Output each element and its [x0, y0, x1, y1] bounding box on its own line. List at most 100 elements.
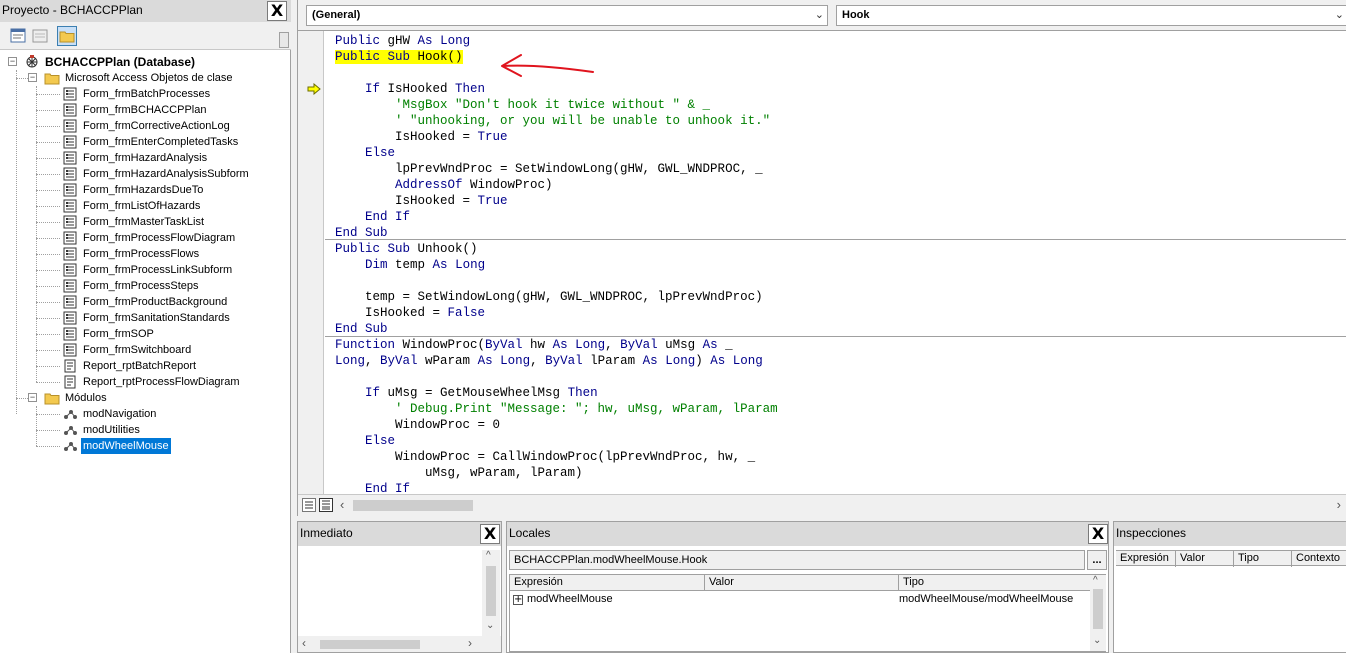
call-stack-button[interactable]: ... [1087, 550, 1107, 570]
code-line[interactable]: ' Debug.Print "Message: "; hw, uMsg, wPa… [335, 401, 778, 417]
module-view-icon[interactable] [319, 498, 333, 512]
code-line[interactable]: 'MsgBox "Don't hook it twice without " &… [335, 97, 710, 113]
code-line[interactable]: Public Sub Hook() [335, 49, 463, 65]
tree-item-label: Form_frmSwitchboard [83, 344, 192, 356]
procedure-combo-value: Hook [842, 9, 870, 21]
project-explorer-close-button[interactable]: X [267, 1, 287, 21]
tree-item-label: Form_frmBCHACCPPlan [83, 104, 207, 116]
code-line[interactable]: Else [335, 145, 395, 161]
form-module-icon [62, 102, 78, 118]
code-horizontal-scrollbar[interactable]: ‹ › [298, 494, 1346, 516]
tree-item-label: Form_frmProcessLinkSubform [83, 264, 233, 276]
collapse-minus-icon[interactable]: − [28, 73, 37, 82]
expand-plus-icon[interactable]: + [513, 595, 523, 605]
form-module-icon [62, 118, 78, 134]
scrollbar-thumb[interactable] [486, 566, 496, 616]
immediate-vscrollbar[interactable]: ^ ⌄ [482, 550, 500, 636]
view-object-icon[interactable] [30, 26, 50, 46]
tree-item-label: Form_frmMasterTaskList [83, 216, 205, 228]
locals-title: Locales [507, 522, 1108, 546]
scroll-down-icon[interactable]: ⌄ [1093, 635, 1101, 646]
code-line[interactable]: temp = SetWindowLong(gHW, GWL_WNDPROC, l… [335, 289, 763, 305]
locals-col-value[interactable]: Valor [705, 575, 899, 591]
project-toolbar [0, 22, 291, 50]
scroll-down-icon[interactable]: ⌄ [486, 620, 494, 631]
locals-col-type[interactable]: Tipo [899, 575, 1090, 591]
table-row[interactable]: + modWheelMouse modWheelMouse/modWheelMo… [510, 592, 1090, 608]
scroll-up-icon[interactable]: ^ [1093, 575, 1098, 586]
code-line[interactable]: WindowProc = 0 [335, 417, 500, 433]
scrollbar-thumb[interactable] [320, 640, 420, 649]
tree-item-label: Form_frmSOP [83, 328, 154, 340]
code-line[interactable]: WindowProc = CallWindowProc(lpPrevWndPro… [335, 449, 755, 465]
watches-col-type[interactable]: Tipo [1234, 551, 1292, 567]
tree-item-label: Form_frmProductBackground [83, 296, 228, 308]
procedure-view-icon[interactable] [302, 498, 316, 512]
form-module-icon [62, 150, 78, 166]
watches-col-expression[interactable]: Expresión [1116, 551, 1176, 567]
module-icon [62, 438, 78, 454]
project-tree: − BCHACCPPlan (Database) − Microsoft Access… [4, 54, 289, 650]
code-line[interactable]: IsHooked = False [335, 305, 485, 321]
code-line[interactable]: lpPrevWndProc = SetWindowLong(gHW, GWL_W… [335, 161, 763, 177]
watches-col-value[interactable]: Valor [1176, 551, 1234, 567]
code-margin[interactable] [298, 31, 324, 494]
form-module-icon [62, 230, 78, 246]
watches-pane[interactable]: Inspecciones Expresión Valor Tipo Contex… [1113, 521, 1346, 653]
tree-item-label: Form_frmBatchProcesses [83, 88, 211, 100]
code-line[interactable]: End Sub [335, 321, 388, 337]
scroll-right-icon[interactable]: › [1337, 497, 1341, 512]
immediate-close-button[interactable]: X [480, 524, 500, 544]
tree-item-label: BCHACCPPlan (Database) [45, 55, 196, 69]
form-module-icon [62, 326, 78, 342]
scroll-up-icon[interactable]: ^ [486, 550, 491, 561]
code-line[interactable]: Dim temp As Long [335, 257, 485, 273]
form-module-icon [62, 278, 78, 294]
scroll-right-icon[interactable]: › [468, 636, 472, 650]
code-editor[interactable]: Public gHW As Long Public Sub Hook() If I… [325, 31, 1346, 494]
report-module-icon [62, 374, 78, 390]
scrollbar-thumb[interactable] [353, 500, 473, 511]
scroll-left-icon[interactable]: ‹ [302, 636, 306, 650]
object-combo[interactable]: (General) ⌄ [306, 5, 828, 26]
scroll-left-icon[interactable]: ‹ [340, 497, 344, 512]
code-line[interactable]: ' "unhooking, or you will be unable to u… [335, 113, 770, 129]
locals-vscrollbar[interactable]: ^ ⌄ [1090, 575, 1106, 651]
tree-item-label: Microsoft Access Objetos de clase [65, 72, 233, 84]
scrollbar-thumb[interactable] [1093, 589, 1103, 629]
watches-col-context[interactable]: Contexto [1292, 551, 1346, 567]
code-line[interactable]: End If [335, 481, 410, 494]
folder-icon [44, 70, 60, 86]
collapse-minus-icon[interactable]: − [8, 57, 17, 66]
code-line[interactable]: uMsg, wParam, lParam) [335, 465, 583, 481]
code-line[interactable]: End If [335, 209, 410, 225]
form-module-icon [62, 86, 78, 102]
code-line[interactable]: Public gHW As Long [335, 33, 470, 49]
code-line[interactable]: Long, ByVal wParam As Long, ByVal lParam… [335, 353, 763, 369]
code-line[interactable]: IsHooked = True [335, 193, 508, 209]
code-line[interactable]: If IsHooked Then [335, 81, 485, 97]
code-line[interactable]: Function WindowProc(ByVal hw As Long, By… [335, 337, 733, 353]
toggle-folders-icon[interactable] [57, 26, 77, 46]
code-line[interactable]: Public Sub Unhook() [335, 241, 478, 257]
code-line[interactable]: If uMsg = GetMouseWheelMsg Then [335, 385, 598, 401]
code-line[interactable]: Else [335, 433, 395, 449]
tree-item-label: Report_rptBatchReport [83, 360, 197, 372]
locals-pane[interactable]: Locales X BCHACCPPlan.modWheelMouse.Hook… [506, 521, 1109, 653]
procedure-combo[interactable]: Hook ⌄ [836, 5, 1346, 26]
immediate-hscrollbar[interactable]: ‹ › [298, 636, 501, 652]
locals-grid: Expresión Valor Tipo + modWheelMouse mod… [509, 574, 1106, 652]
locals-col-expression[interactable]: Expresión [510, 575, 705, 591]
locals-close-button[interactable]: X [1088, 524, 1108, 544]
toolbar-scroll-icon[interactable] [279, 32, 289, 48]
tree-item-label: Report_rptProcessFlowDiagram [83, 376, 240, 388]
form-module-icon [62, 294, 78, 310]
code-line[interactable]: IsHooked = True [335, 129, 508, 145]
tree-item-label: Form_frmSanitationStandards [83, 312, 230, 324]
view-code-icon[interactable] [8, 26, 28, 46]
code-line[interactable]: AddressOf WindowProc) [335, 177, 553, 193]
tree-item-label: Módulos [65, 392, 107, 404]
immediate-pane[interactable]: Inmediato X ^ ⌄ ‹ › [297, 521, 502, 653]
form-module-icon [62, 182, 78, 198]
collapse-minus-icon[interactable]: − [28, 393, 37, 402]
